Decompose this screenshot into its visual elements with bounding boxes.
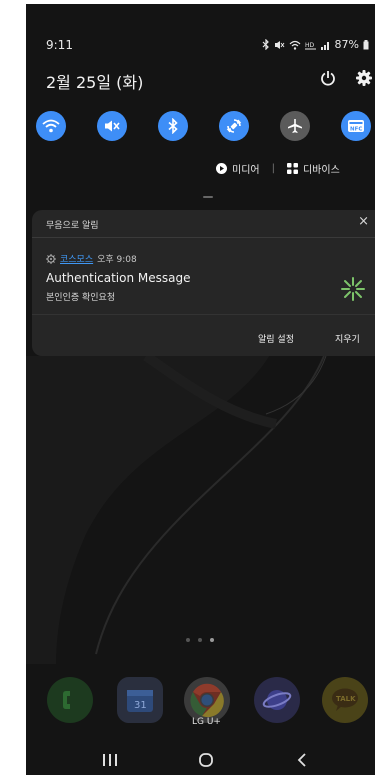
bluetooth-toggle[interactable]	[158, 111, 188, 141]
mute-toggle[interactable]	[97, 111, 127, 141]
app-gear-icon	[46, 253, 56, 264]
phone-screen: 9:11 HD 87% 2월 25일 (화) NFC 미디어 | 디바이스 무음…	[26, 4, 375, 775]
notification-settings-button[interactable]: 알림 설정	[258, 332, 294, 345]
media-label: 미디어	[232, 165, 260, 176]
volte-status-icon: HD	[304, 42, 316, 49]
wifi-icon	[42, 119, 60, 133]
clear-button[interactable]: 지우기	[335, 332, 360, 345]
notification-meta: 코스모스 오후 9:08	[46, 252, 137, 265]
svg-text:HD: HD	[305, 42, 315, 49]
status-icons: HD 87%	[262, 38, 369, 51]
chrome-icon	[190, 683, 224, 717]
airplane-icon	[288, 119, 302, 133]
mute-status-icon	[274, 40, 284, 49]
wifi-status-icon	[289, 40, 300, 50]
calendar-icon: 31	[127, 690, 153, 712]
nfc-label: NFC	[350, 127, 362, 133]
home-page-indicator	[186, 638, 214, 642]
devices-button[interactable]: 디바이스	[286, 161, 340, 176]
page-dot	[186, 638, 190, 642]
media-divider: |	[271, 163, 275, 174]
phone-icon	[63, 691, 70, 709]
page-dot	[198, 638, 202, 642]
play-icon	[216, 163, 227, 174]
notification-time: 오후 9:08	[97, 255, 137, 265]
battery-percent: 87%	[334, 38, 359, 51]
calendar-app-icon[interactable]: 31	[117, 677, 163, 723]
internet-planet-icon	[262, 690, 292, 710]
wallpaper	[26, 344, 327, 664]
auto-rotate-icon	[226, 119, 242, 133]
bluetooth-status-icon	[262, 39, 269, 50]
quick-panel-date: 2월 25일 (화)	[46, 73, 144, 92]
notification-group-header: 무음으로 알림	[46, 221, 99, 231]
page-dot-active	[210, 638, 214, 642]
gear-icon[interactable]	[356, 70, 372, 86]
notification-divider-actions	[32, 314, 375, 315]
auto-rotate-toggle[interactable]	[219, 111, 249, 141]
notification-divider	[32, 237, 375, 238]
close-icon[interactable]: ×	[358, 214, 369, 229]
carrier-label: LG U+	[192, 717, 221, 727]
back-icon[interactable]	[296, 752, 308, 768]
mute-icon	[105, 120, 120, 132]
wifi-toggle[interactable]	[36, 111, 66, 141]
kakaotalk-icon: TALK	[332, 688, 358, 711]
battery-icon	[363, 39, 369, 49]
panel-handle[interactable]	[203, 196, 213, 198]
bluetooth-icon	[168, 118, 178, 134]
notification-title: Authentication Message	[46, 271, 191, 285]
recent-apps-icon[interactable]	[102, 753, 118, 767]
status-time: 9:11	[46, 38, 73, 52]
power-icon[interactable]	[320, 70, 336, 86]
media-devices-row: 미디어 | 디바이스	[216, 161, 340, 176]
notification-card[interactable]: 무음으로 알림 × 코스모스 오후 9:08 Authentication Me…	[32, 210, 375, 356]
nfc-icon: NFC	[348, 120, 364, 133]
kakaotalk-app-icon[interactable]: TALK	[322, 677, 368, 723]
kakaotalk-label: TALK	[336, 695, 356, 703]
home-icon[interactable]	[198, 752, 214, 768]
devices-grid-icon	[286, 163, 298, 174]
calendar-day-label: 31	[134, 700, 147, 711]
signal-status-icon	[320, 41, 329, 50]
airplane-toggle[interactable]	[280, 111, 310, 141]
phone-app-icon[interactable]	[47, 677, 93, 723]
notification-body: 본인인증 확인요청	[46, 293, 116, 303]
nfc-toggle[interactable]: NFC	[341, 111, 371, 141]
samsung-internet-app-icon[interactable]	[254, 677, 300, 723]
devices-label: 디바이스	[302, 165, 340, 176]
cosmos-logo-icon	[341, 277, 365, 301]
notification-app-name[interactable]: 코스모스	[60, 252, 93, 265]
media-button[interactable]: 미디어	[216, 161, 260, 176]
